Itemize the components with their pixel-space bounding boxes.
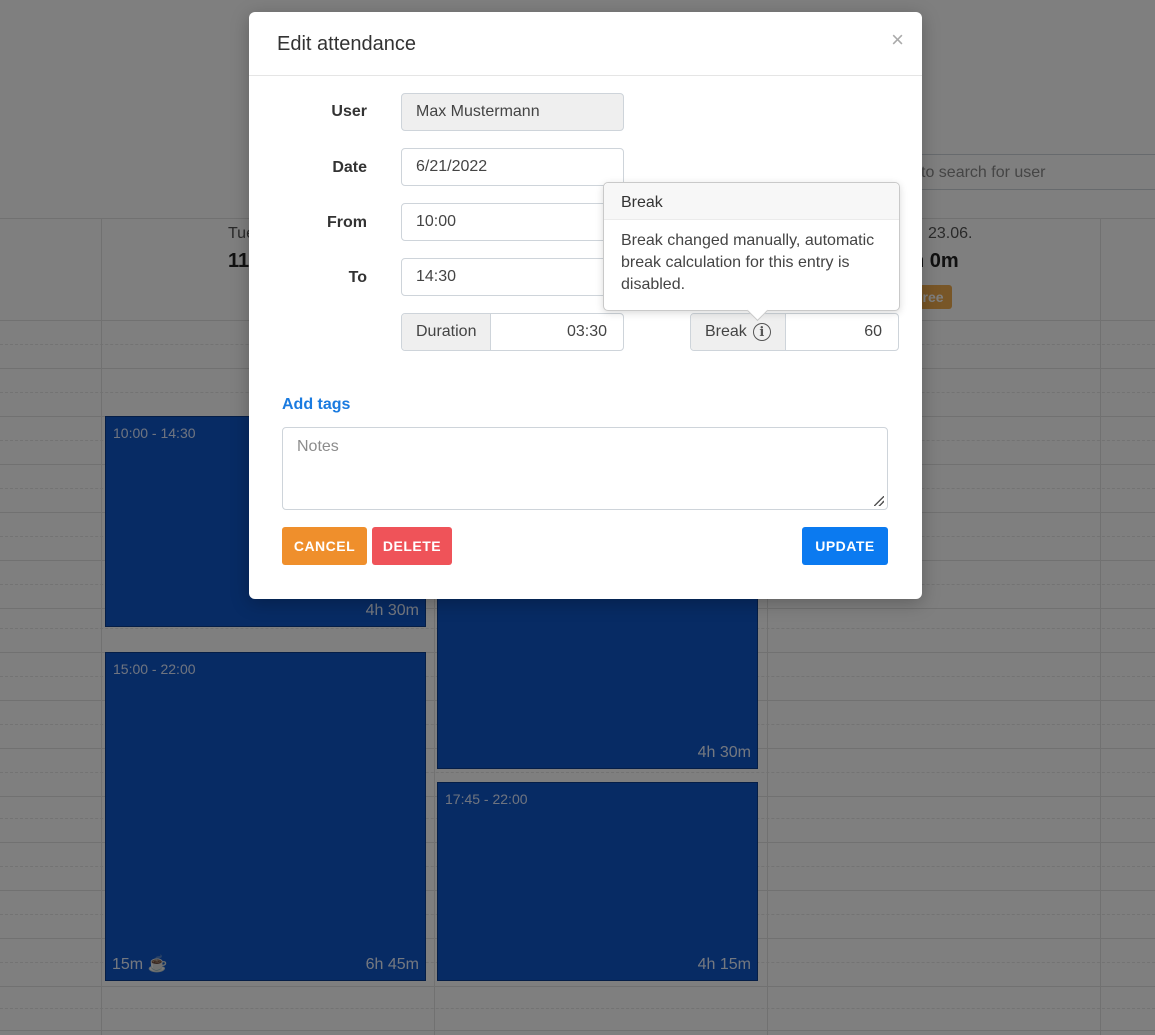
- break-group: Break i 60: [690, 313, 899, 351]
- from-time-field[interactable]: 10:00: [401, 203, 624, 241]
- modal-title: Edit attendance: [277, 33, 416, 55]
- delete-button[interactable]: DELETE: [372, 527, 452, 565]
- popover-body: Break changed manually, automatic break …: [621, 232, 875, 293]
- popover-title: Break: [604, 183, 899, 220]
- modal-header: Edit attendance ×: [249, 12, 922, 76]
- duration-group: Duration 03:30: [401, 313, 624, 351]
- break-input[interactable]: 60: [786, 314, 898, 350]
- date-label: Date: [332, 159, 367, 176]
- to-time-field[interactable]: 14:30: [401, 258, 624, 296]
- close-icon[interactable]: ×: [891, 29, 904, 51]
- resize-grip-icon[interactable]: [874, 496, 884, 506]
- user-field: Max Mustermann: [401, 93, 624, 131]
- add-tags-link[interactable]: Add tags: [282, 396, 350, 414]
- from-label: From: [327, 214, 367, 231]
- notes-placeholder: Notes: [297, 438, 339, 455]
- to-label: To: [348, 269, 367, 286]
- break-addon-label: Break: [705, 323, 747, 340]
- break-info-popover: Break Break changed manually, automatic …: [603, 182, 900, 322]
- break-addon: Break i: [691, 314, 786, 350]
- notes-textarea[interactable]: Notes: [282, 427, 888, 510]
- duration-addon-label: Duration: [402, 314, 492, 350]
- date-field[interactable]: 6/21/2022: [401, 148, 624, 186]
- cancel-button[interactable]: CANCEL: [282, 527, 367, 565]
- duration-value: 03:30: [566, 323, 607, 340]
- info-icon[interactable]: i: [752, 323, 771, 341]
- user-label: User: [331, 103, 367, 120]
- update-button[interactable]: UPDATE: [802, 527, 888, 565]
